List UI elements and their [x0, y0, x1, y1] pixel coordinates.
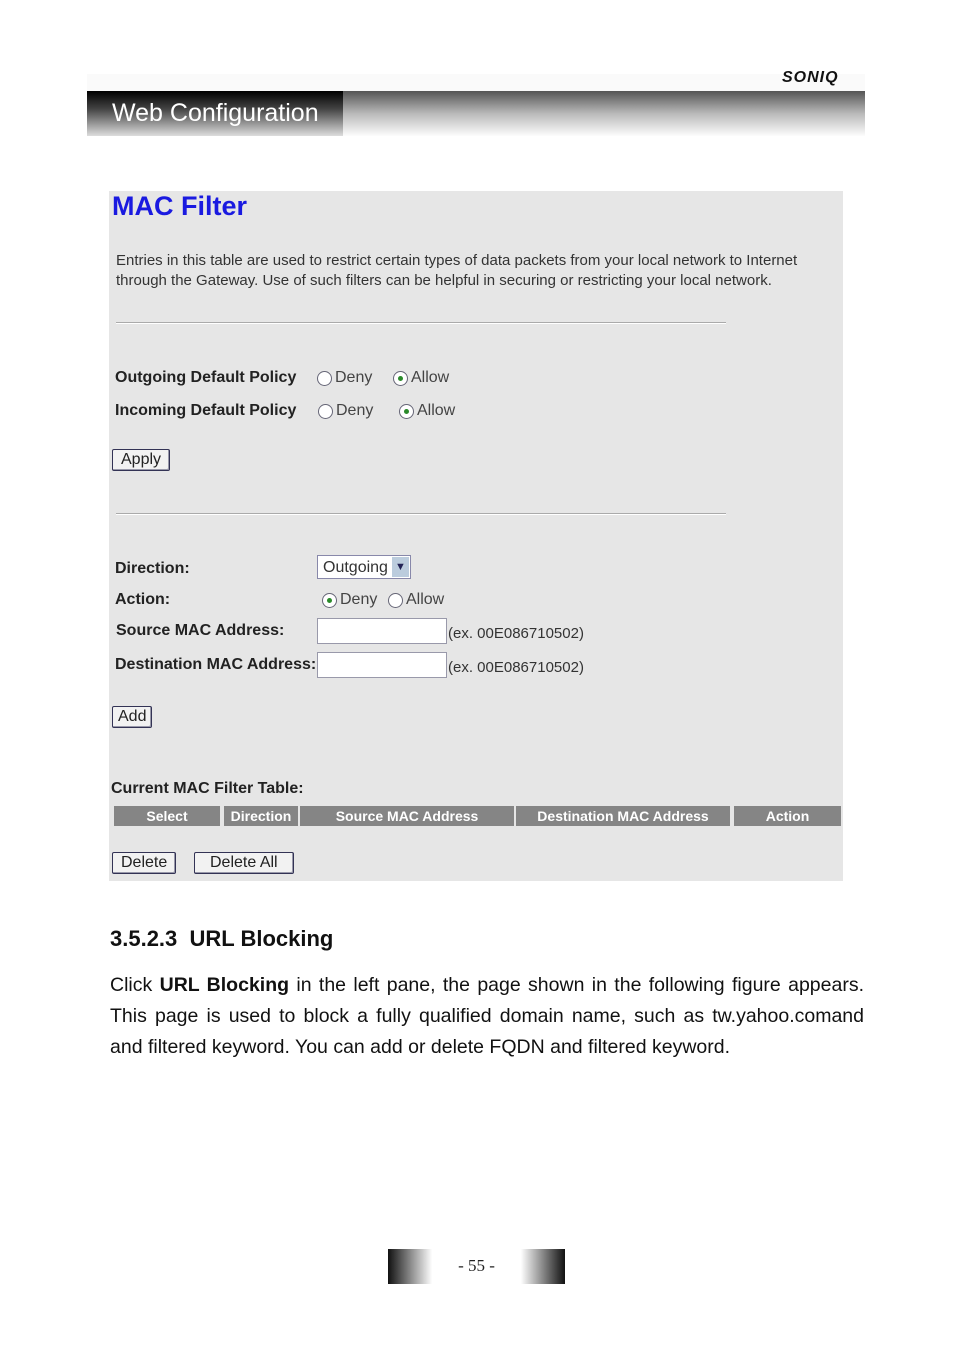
- radio-label: Allow: [411, 369, 450, 386]
- page-title: MAC Filter: [112, 191, 247, 221]
- radio-checked-icon: [393, 370, 408, 386]
- source-mac-input[interactable]: [317, 618, 447, 644]
- table-title: Current MAC Filter Table:: [111, 780, 304, 797]
- description: Entries in this table are used to restri…: [116, 252, 798, 289]
- radio-label: Deny: [340, 591, 378, 608]
- column-header-destination-mac: Destination MAC Address: [516, 806, 730, 826]
- divider: [116, 322, 726, 324]
- dest-mac-hint: (ex. 00E086710502): [448, 659, 584, 676]
- outgoing-policy-label: Outgoing Default Policy: [115, 369, 297, 386]
- radio-label: Deny: [336, 402, 374, 419]
- column-header-source-mac: Source MAC Address: [300, 806, 514, 826]
- page-number: - 55 -: [388, 1249, 565, 1284]
- radio-label: Allow: [417, 402, 456, 419]
- incoming-deny-radio[interactable]: Deny: [318, 402, 373, 420]
- direction-select[interactable]: Outgoing ▼: [317, 555, 411, 579]
- radio-label: Allow: [406, 591, 445, 608]
- action-label: Action:: [115, 591, 171, 608]
- brand-logo: SONIQ: [782, 69, 839, 86]
- section-title: URL Blocking: [189, 926, 334, 951]
- source-mac-label: Source MAC Address:: [116, 622, 285, 639]
- radio-checked-icon: [322, 592, 337, 608]
- header-title: Web Configuration: [87, 91, 343, 136]
- radio-icon: [388, 592, 403, 608]
- action-deny-radio[interactable]: Deny: [322, 591, 377, 609]
- radio-icon: [317, 370, 332, 386]
- body-bold: URL Blocking: [159, 974, 290, 996]
- dest-mac-label: Destination MAC Address:: [115, 656, 317, 673]
- document-page: Web Configuration SONIQ MAC Filter Entri…: [0, 0, 954, 1350]
- column-header-select: Select: [114, 806, 220, 826]
- direction-label: Direction:: [115, 560, 190, 577]
- divider: [116, 513, 726, 515]
- dest-mac-input[interactable]: [317, 652, 447, 678]
- action-allow-radio[interactable]: Allow: [388, 591, 444, 609]
- body-text: Click: [110, 974, 160, 996]
- outgoing-deny-radio[interactable]: Deny: [317, 369, 372, 387]
- delete-button[interactable]: Delete: [112, 852, 177, 874]
- radio-label: Deny: [335, 369, 373, 386]
- radio-icon: [318, 403, 333, 419]
- direction-value: Outgoing: [323, 559, 388, 576]
- section-number: 3.5.2.3: [110, 926, 178, 951]
- delete-all-button[interactable]: Delete All: [194, 852, 294, 874]
- incoming-allow-radio[interactable]: Allow: [399, 402, 455, 420]
- chevron-down-icon: ▼: [392, 557, 409, 577]
- column-header-action: Action: [734, 806, 841, 826]
- outgoing-allow-radio[interactable]: Allow: [393, 369, 449, 387]
- add-button[interactable]: Add: [112, 706, 153, 728]
- column-header-direction: Direction: [224, 806, 298, 826]
- section-heading: 3.5.2.3 URL Blocking: [110, 926, 333, 952]
- radio-checked-icon: [399, 403, 414, 419]
- source-mac-hint: (ex. 00E086710502): [448, 625, 584, 642]
- incoming-policy-label: Incoming Default Policy: [115, 402, 297, 419]
- body-paragraph: Click URL Blocking in the left pane, the…: [110, 970, 864, 1063]
- apply-button[interactable]: Apply: [112, 449, 171, 471]
- mac-filter-screenshot: MAC Filter Entries in this table are use…: [109, 191, 843, 881]
